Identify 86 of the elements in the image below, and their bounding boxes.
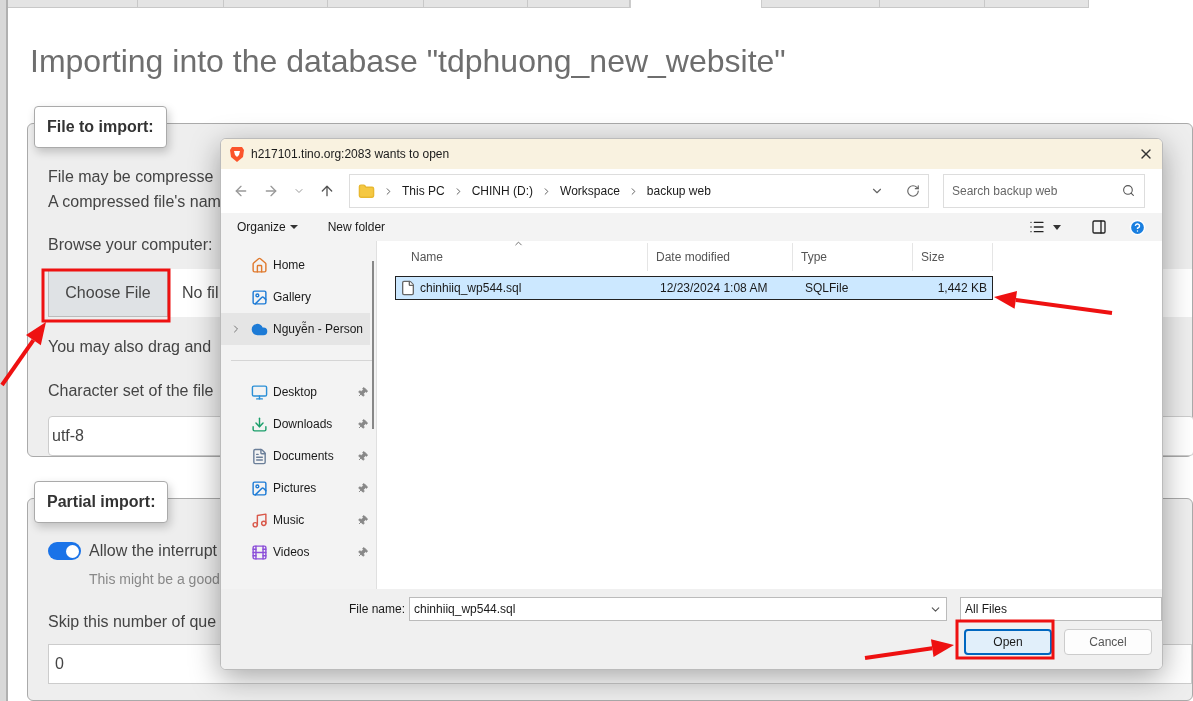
toolbar-button[interactable]: New folder	[327, 218, 386, 236]
monitor-icon	[251, 383, 268, 401]
tab[interactable]	[762, 0, 880, 8]
back-icon[interactable]	[233, 183, 249, 199]
file-icon	[400, 280, 416, 296]
up-icon[interactable]	[319, 183, 335, 199]
column-header[interactable]: Date modified	[648, 243, 793, 271]
drag-text: You may also drag and	[48, 337, 212, 357]
section-legend: Partial import:	[34, 481, 169, 523]
tab[interactable]	[528, 0, 630, 8]
sidebar-item[interactable]: Desktop	[221, 376, 374, 408]
sidebar-label: Nguyễn - Person	[273, 320, 364, 338]
document-icon	[251, 447, 268, 465]
breadcrumb[interactable]: backup web	[646, 182, 711, 200]
file-name-field[interactable]: chinhiiq_wp544.sql	[409, 597, 948, 621]
tab[interactable]	[424, 0, 528, 8]
tab[interactable]	[630, 0, 762, 8]
toggle-switch[interactable]	[48, 542, 81, 560]
address-bar[interactable]: This PC CHINH (D:) Workspace backup web	[349, 174, 929, 208]
sidebar-label: Downloads	[273, 416, 334, 433]
tab[interactable]	[138, 0, 224, 8]
menu-button[interactable]: Organize	[237, 218, 298, 236]
open-button[interactable]: Open	[964, 629, 1052, 655]
home-icon	[251, 256, 268, 274]
file-name-label: File name:	[349, 601, 406, 618]
forward-icon[interactable]	[263, 183, 279, 199]
page-title: Importing into the database "tdphuong_new_website"	[30, 42, 787, 81]
file-name: chinhiiq_wp544.sql	[419, 280, 523, 297]
breadcrumb[interactable]: Workspace	[560, 182, 620, 200]
breadcrumb[interactable]: This PC	[402, 182, 445, 200]
caret-icon[interactable]	[1053, 224, 1061, 230]
choose-file-button[interactable]: Choose File	[48, 269, 168, 317]
tab[interactable]	[224, 0, 328, 8]
music-icon	[251, 511, 268, 529]
browse-label: Browse your computer:	[48, 235, 213, 255]
type-cell-text: SQLFile	[804, 280, 850, 297]
sidebar-item[interactable]: Pictures	[221, 472, 374, 504]
sidebar-item[interactable]: Downloads	[221, 408, 374, 440]
scrollbar[interactable]	[372, 261, 374, 429]
section-legend: File to import:	[34, 106, 167, 148]
caret-icon	[289, 225, 298, 229]
help-icon[interactable]	[1129, 218, 1146, 236]
sidebar-item[interactable]: Nguyễn - Person	[221, 313, 370, 345]
column-header[interactable]: Name	[403, 243, 648, 271]
sidebar-label: Gallery	[273, 289, 312, 306]
column-header[interactable]: Type	[793, 243, 913, 271]
view-icon[interactable]	[1029, 219, 1045, 235]
image-icon	[251, 288, 268, 306]
breadcrumb[interactable]: CHINH (D:)	[471, 182, 533, 200]
size-cell-text: 1,442 KB	[936, 280, 988, 297]
charset-label: Character set of the file	[48, 381, 214, 401]
toggle-label: Allow the interrupt	[89, 541, 218, 561]
tab[interactable]	[985, 0, 1089, 8]
sidebar-label: Music	[273, 512, 306, 529]
sidebar-item[interactable]: Music	[221, 504, 374, 536]
file-type-select[interactable]: All Files	[960, 597, 1162, 621]
dialog-title: h217101.tino.org:2083 wants to open	[251, 146, 451, 163]
tab[interactable]	[880, 0, 985, 8]
download-icon	[251, 415, 268, 433]
preview-pane-icon[interactable]	[1091, 219, 1107, 235]
file-row[interactable]: chinhiiq_wp544.sql 12/23/2024 1:08 AM SQLFile 1,442 KB	[395, 276, 993, 300]
hint-text: This might be a good	[89, 570, 220, 589]
column-header[interactable]: Size	[913, 243, 993, 271]
date-cell-text: 12/23/2024 1:08 AM	[659, 280, 769, 297]
file-name-value: chinhiiq_wp544.sql	[414, 601, 517, 618]
sidebar-item[interactable]: Gallery	[221, 281, 370, 313]
sidebar-label: Pictures	[273, 480, 318, 497]
tab[interactable]	[8, 0, 138, 8]
refresh-icon[interactable]	[906, 184, 920, 198]
sidebar-label: Videos	[273, 544, 311, 561]
search-field[interactable]: Search backup web	[943, 174, 1145, 208]
sidebar-item[interactable]: Videos	[221, 536, 374, 568]
video-icon	[251, 543, 268, 561]
description-text: File may be compresse	[48, 167, 214, 187]
tab[interactable]	[328, 0, 424, 8]
search-icon	[1122, 184, 1135, 197]
description-text: A compressed file's nam	[48, 192, 221, 212]
cancel-button[interactable]: Cancel	[1064, 629, 1152, 655]
lion-shield-icon	[229, 145, 245, 163]
image-icon	[251, 479, 268, 497]
arrow-drawing	[0, 322, 46, 387]
skip-label: Skip this number of que	[48, 612, 217, 632]
sidebar-item[interactable]: Documents	[221, 440, 374, 472]
sidebar-label: Desktop	[273, 384, 319, 401]
folder-icon	[358, 182, 375, 200]
sidebar-label: Documents	[273, 448, 335, 465]
